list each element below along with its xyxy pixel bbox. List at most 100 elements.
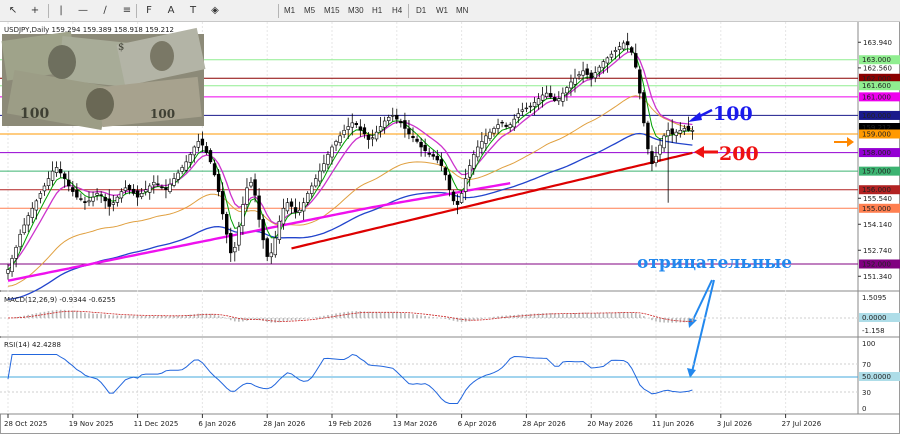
candle-body — [160, 186, 164, 189]
chart-area[interactable]: 100 100 $ USDJPY,Daily 159.294 159.389 1… — [0, 22, 900, 434]
candle-body — [188, 154, 192, 163]
candle-body — [257, 195, 261, 220]
cursor-icon[interactable]: ↖ — [4, 3, 22, 19]
candle-body — [569, 81, 573, 89]
rsi-pane[interactable] — [0, 338, 858, 414]
candle-body — [135, 190, 140, 198]
candle-body — [322, 163, 326, 172]
rsi-scale-70: 70 — [862, 361, 871, 369]
candle-body — [305, 193, 310, 203]
candle-body — [407, 128, 411, 135]
date-axis: 28 Oct 2025 19 Nov 2025 11 Dec 2025 6 Jan 2… — [4, 414, 822, 428]
fibonacci-icon[interactable]: F — [140, 3, 158, 19]
date-tick: 3 Jul 2026 — [717, 420, 753, 428]
level-price: 160.000 — [862, 112, 891, 120]
candle-body — [419, 141, 423, 148]
candle-body — [314, 178, 318, 187]
date-tick: 11 Dec 2025 — [134, 420, 179, 428]
candle-body — [75, 189, 79, 198]
date-tick: 6 Apr 2026 — [458, 420, 497, 428]
timeframe-m1[interactable]: M1 — [282, 3, 297, 19]
candle-body — [281, 207, 286, 225]
candle-body — [589, 72, 593, 79]
candle-body — [536, 98, 541, 105]
candle-body — [71, 187, 75, 192]
horizontal-line-icon[interactable]: — — [74, 3, 92, 19]
candle-body — [115, 196, 120, 203]
candle-body — [520, 109, 525, 112]
date-tick: 19 Nov 2025 — [69, 420, 114, 428]
candle-body — [447, 174, 452, 191]
candle-body — [58, 169, 63, 174]
candle-body — [678, 129, 683, 134]
timeframe-m30[interactable]: M30 — [346, 3, 366, 19]
candle-body — [107, 198, 111, 207]
candle-body — [261, 219, 265, 241]
timeframe-h1[interactable]: H1 — [370, 3, 384, 19]
candle-body — [395, 114, 399, 120]
candle-body — [609, 53, 614, 58]
crosshair-icon[interactable]: + — [26, 3, 44, 19]
date-tick: 20 May 2026 — [587, 420, 633, 428]
candle-body — [245, 187, 249, 205]
trendline-icon[interactable]: ∕ — [96, 3, 114, 19]
candle-body — [50, 170, 55, 181]
candle-body — [168, 183, 172, 192]
candle-body — [152, 181, 156, 186]
macd-pane[interactable] — [0, 292, 858, 336]
candle-body — [334, 141, 338, 146]
candle-body — [415, 138, 419, 142]
candle-body — [476, 146, 480, 158]
price-tick: 155.540 — [863, 195, 892, 203]
timeframe-w1[interactable]: W1 — [434, 3, 450, 19]
candle-body — [229, 233, 233, 254]
candle-body — [601, 61, 606, 69]
candle-body — [528, 105, 533, 108]
candle-body — [156, 183, 160, 185]
candle-body — [646, 122, 650, 150]
price-tick: 154.140 — [863, 221, 892, 229]
price-tick: 162.560 — [863, 64, 892, 72]
timeframe-d1[interactable]: D1 — [414, 3, 428, 19]
ma100-label: 100 — [713, 103, 753, 125]
candle-body — [459, 193, 464, 203]
candle-body — [34, 200, 39, 211]
candle-body — [30, 207, 34, 218]
candle-body — [585, 68, 589, 75]
candle-body — [127, 185, 132, 191]
candle-body — [103, 197, 107, 202]
price-tick: 163.940 — [863, 39, 892, 47]
text-icon[interactable]: A — [162, 3, 180, 19]
vertical-line-icon[interactable]: | — [52, 3, 70, 19]
svg-text:100: 100 — [20, 106, 49, 122]
rsi-scale-100: 100 — [862, 340, 875, 348]
candle-body — [650, 151, 654, 165]
macd-label: MACD(12,26,9) -0.9344 -0.6255 — [4, 296, 116, 304]
candle-body — [318, 170, 322, 182]
timeframe-mn[interactable]: MN — [454, 3, 470, 19]
label-icon[interactable]: T — [184, 3, 202, 19]
candle-body — [22, 224, 26, 234]
symbol-header: USDJPY,Daily 159.294 159.389 158.918 159… — [4, 26, 174, 34]
candle-body — [200, 138, 205, 146]
candle-body — [172, 178, 176, 186]
candle-body — [342, 129, 346, 135]
timeframe-m5[interactable]: M5 — [302, 3, 317, 19]
shapes-icon[interactable]: ◈ — [206, 3, 224, 19]
candle-body — [297, 209, 302, 213]
channel-icon[interactable]: ≡ — [118, 3, 136, 19]
date-tick: 27 Jul 2026 — [782, 420, 822, 428]
candle-body — [544, 92, 549, 97]
timeframe-h4[interactable]: H4 — [390, 3, 404, 19]
candle-body — [674, 131, 678, 136]
candle-body — [164, 187, 168, 191]
rsi-scale-0: 0 — [862, 405, 866, 413]
candle-body — [18, 233, 22, 248]
level-price: 159.000 — [862, 131, 891, 139]
candle-body — [666, 129, 670, 137]
date-tick: 19 Feb 2026 — [328, 420, 372, 428]
date-tick: 28 Oct 2025 — [4, 420, 47, 428]
candle-body — [403, 120, 407, 129]
candle-body — [524, 107, 529, 110]
timeframe-m15[interactable]: M15 — [322, 3, 342, 19]
